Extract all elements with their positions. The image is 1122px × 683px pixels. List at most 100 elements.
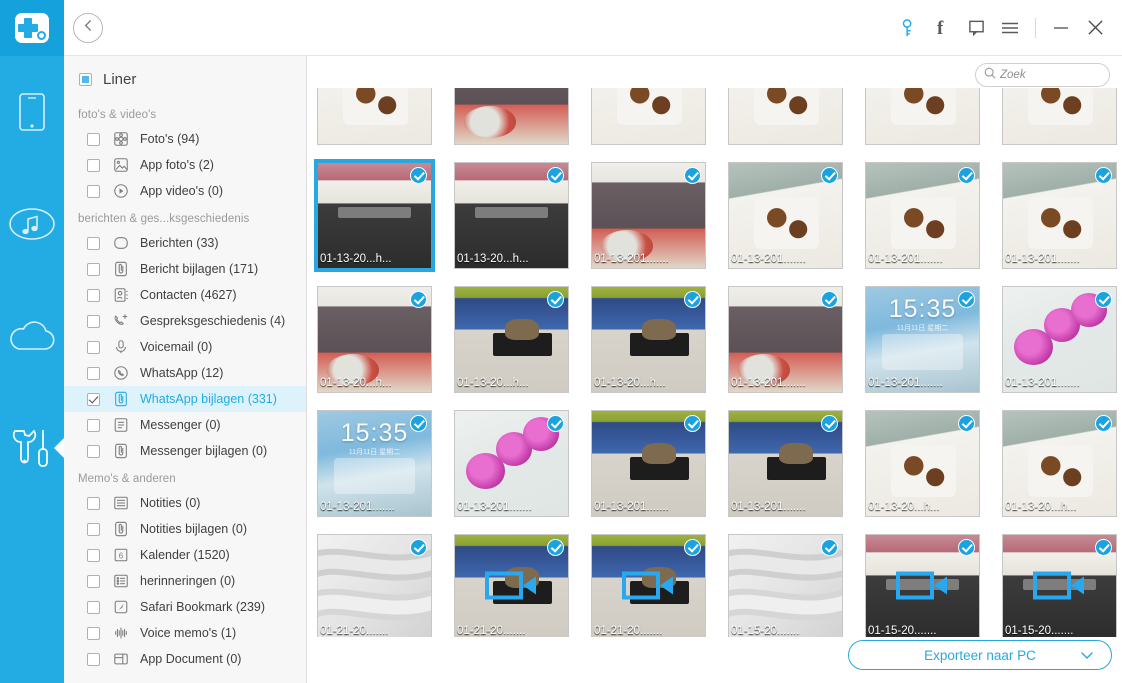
sidebar-item-bericht-bijlagen-171[interactable]: Bericht bijlagen (171) bbox=[64, 256, 306, 282]
thumbnail-item[interactable]: 01-21-20....... bbox=[454, 534, 569, 641]
search-box[interactable] bbox=[975, 63, 1110, 87]
thumbnail-item[interactable] bbox=[1002, 88, 1117, 145]
sidebar-item-checkbox[interactable] bbox=[87, 132, 100, 146]
thumbnail-item[interactable]: 01-21-20....... bbox=[317, 534, 432, 641]
thumbnail-item[interactable] bbox=[317, 88, 432, 145]
thumbnail-selected-badge[interactable] bbox=[958, 539, 975, 556]
thumbnail-selected-badge[interactable] bbox=[684, 167, 701, 184]
thumbnail-item[interactable]: 01-15-20....... bbox=[1002, 534, 1117, 641]
sidebar-item-whatsapp-12[interactable]: WhatsApp (12) bbox=[64, 360, 306, 386]
thumbnail-item[interactable]: 15:35 11月11日 星期二 01-13-201....... bbox=[317, 410, 432, 517]
thumbnail-selected-badge[interactable] bbox=[821, 539, 838, 556]
sidebar-item-checkbox[interactable] bbox=[87, 600, 100, 614]
sidebar-header[interactable]: Liner bbox=[64, 64, 306, 94]
thumbnail-item[interactable]: 15:35 11月11日 星期二 01-13-201....... bbox=[865, 286, 980, 393]
sidebar-item-berichten-33[interactable]: Berichten (33) bbox=[64, 230, 306, 256]
sidebar-item-messenger-0[interactable]: Messenger (0) bbox=[64, 412, 306, 438]
sidebar-item-checkbox[interactable] bbox=[87, 626, 100, 640]
thumbnail-item[interactable]: 01-13-20...h... bbox=[1002, 410, 1117, 517]
thumbnail-item[interactable]: 01-13-20...h... bbox=[314, 159, 435, 272]
thumbnail-selected-badge[interactable] bbox=[821, 291, 838, 308]
thumbnail-item[interactable] bbox=[728, 88, 843, 145]
sidebar-item-contacten-4627[interactable]: Contacten (4627) bbox=[64, 282, 306, 308]
thumbnail-selected-badge[interactable] bbox=[958, 291, 975, 308]
thumbnail-selected-badge[interactable] bbox=[410, 539, 427, 556]
thumbnail-selected-badge[interactable] bbox=[958, 415, 975, 432]
hamburger-menu-icon[interactable] bbox=[993, 8, 1027, 48]
sidebar-item-checkbox[interactable] bbox=[87, 496, 100, 510]
thumbnail-item[interactable] bbox=[865, 88, 980, 145]
back-button[interactable] bbox=[73, 12, 103, 43]
app-logo[interactable] bbox=[0, 0, 64, 56]
thumbnail-item[interactable]: 01-13-201....... bbox=[454, 410, 569, 517]
thumbnail-selected-badge[interactable] bbox=[547, 291, 564, 308]
thumbnail-selected-badge[interactable] bbox=[547, 539, 564, 556]
sidebar-item-checkbox[interactable] bbox=[87, 184, 100, 198]
export-to-pc-button[interactable]: Exporteer naar PC bbox=[848, 640, 1112, 670]
thumbnail-selected-badge[interactable] bbox=[821, 167, 838, 184]
sidebar-item-foto-s-94[interactable]: Foto's (94) bbox=[64, 126, 306, 152]
sidebar-item-app-video-s-0[interactable]: App video's (0) bbox=[64, 178, 306, 204]
sidebar-item-checkbox[interactable] bbox=[87, 652, 100, 666]
thumbnail-item[interactable]: 01-15-20....... bbox=[728, 534, 843, 641]
close-icon[interactable] bbox=[1078, 8, 1112, 48]
sidebar-item-checkbox[interactable] bbox=[87, 262, 100, 276]
sidebar-item-checkbox[interactable] bbox=[87, 522, 100, 536]
sidebar-item-herinneringen-0[interactable]: herinneringen (0) bbox=[64, 568, 306, 594]
thumbnail-item[interactable]: 01-13-201....... bbox=[591, 410, 706, 517]
thumbnail-item[interactable] bbox=[591, 88, 706, 145]
sidebar-item-safari-bookmark-239[interactable]: Safari Bookmark (239) bbox=[64, 594, 306, 620]
thumbnail-selected-badge[interactable] bbox=[1095, 415, 1112, 432]
sidebar-item-kalender-1520[interactable]: 6 Kalender (1520) bbox=[64, 542, 306, 568]
sidebar-item-checkbox[interactable] bbox=[87, 288, 100, 302]
thumbnail-item[interactable]: 01-13-201....... bbox=[728, 162, 843, 269]
sidebar-item-app-document-0[interactable]: App Document (0) bbox=[64, 646, 306, 672]
feedback-chat-icon[interactable] bbox=[959, 8, 993, 48]
thumbnail-selected-badge[interactable] bbox=[684, 291, 701, 308]
thumbnail-item[interactable]: 01-21-20....... bbox=[591, 534, 706, 641]
thumbnail-selected-badge[interactable] bbox=[1095, 539, 1112, 556]
search-input[interactable] bbox=[1000, 69, 1100, 81]
thumbnail-item[interactable]: 01-13-201....... bbox=[728, 286, 843, 393]
thumbnail-item[interactable]: 01-13-20...h... bbox=[454, 162, 569, 269]
thumbnail-selected-badge[interactable] bbox=[547, 167, 564, 184]
sidebar-item-checkbox[interactable] bbox=[87, 340, 100, 354]
thumbnail-item[interactable]: 01-13-20...h... bbox=[454, 286, 569, 393]
thumbnail-selected-badge[interactable] bbox=[821, 415, 838, 432]
thumbnail-item[interactable]: 01-13-201....... bbox=[865, 162, 980, 269]
rail-item-toolkit[interactable] bbox=[0, 392, 64, 504]
sidebar-item-checkbox[interactable] bbox=[87, 314, 100, 328]
thumbnail-selected-badge[interactable] bbox=[410, 415, 427, 432]
thumbnail-item[interactable]: 01-13-20...h... bbox=[591, 286, 706, 393]
sidebar-item-notities-bijlagen-0[interactable]: Notities bijlagen (0) bbox=[64, 516, 306, 542]
thumbnail-selected-badge[interactable] bbox=[1095, 167, 1112, 184]
thumbnail-item[interactable]: 01-13-20...h... bbox=[317, 286, 432, 393]
sidebar-item-voice-memo-s-1[interactable]: Voice memo's (1) bbox=[64, 620, 306, 646]
thumbnail-item[interactable]: 01-13-201....... bbox=[1002, 162, 1117, 269]
thumbnail-selected-badge[interactable] bbox=[1095, 291, 1112, 308]
thumbnail-item[interactable]: 01-13-201....... bbox=[728, 410, 843, 517]
sidebar-item-messenger-bijlagen-0[interactable]: Messenger bijlagen (0) bbox=[64, 438, 306, 464]
rail-item-device[interactable] bbox=[0, 56, 64, 168]
thumbnail-selected-badge[interactable] bbox=[958, 167, 975, 184]
sidebar-item-checkbox[interactable] bbox=[87, 574, 100, 588]
sidebar-item-checkbox[interactable] bbox=[87, 366, 100, 380]
sidebar-item-checkbox[interactable] bbox=[87, 158, 100, 172]
sidebar[interactable]: Liner foto's & video's Foto's (94) App fot… bbox=[64, 56, 307, 683]
sidebar-item-checkbox[interactable] bbox=[87, 444, 100, 458]
select-all-checkbox[interactable] bbox=[79, 72, 92, 86]
thumbnail-item[interactable]: 01-13-20...h... bbox=[865, 410, 980, 517]
thumbnail-item[interactable]: 01-13-201....... bbox=[591, 162, 706, 269]
sidebar-item-voicemail-0[interactable]: Voicemail (0) bbox=[64, 334, 306, 360]
key-icon[interactable] bbox=[891, 8, 925, 48]
sidebar-item-checkbox[interactable] bbox=[87, 418, 100, 432]
thumbnail-selected-badge[interactable] bbox=[684, 415, 701, 432]
rail-item-cloud[interactable] bbox=[0, 280, 64, 392]
sidebar-item-app-foto-s-2[interactable]: App foto's (2) bbox=[64, 152, 306, 178]
chevron-down-icon[interactable] bbox=[1081, 648, 1093, 663]
sidebar-item-notities-0[interactable]: Notities (0) bbox=[64, 490, 306, 516]
sidebar-item-checkbox[interactable] bbox=[87, 392, 100, 406]
sidebar-item-checkbox[interactable] bbox=[87, 236, 100, 250]
thumbnail-item[interactable] bbox=[454, 88, 569, 145]
sidebar-item-checkbox[interactable] bbox=[87, 548, 100, 562]
